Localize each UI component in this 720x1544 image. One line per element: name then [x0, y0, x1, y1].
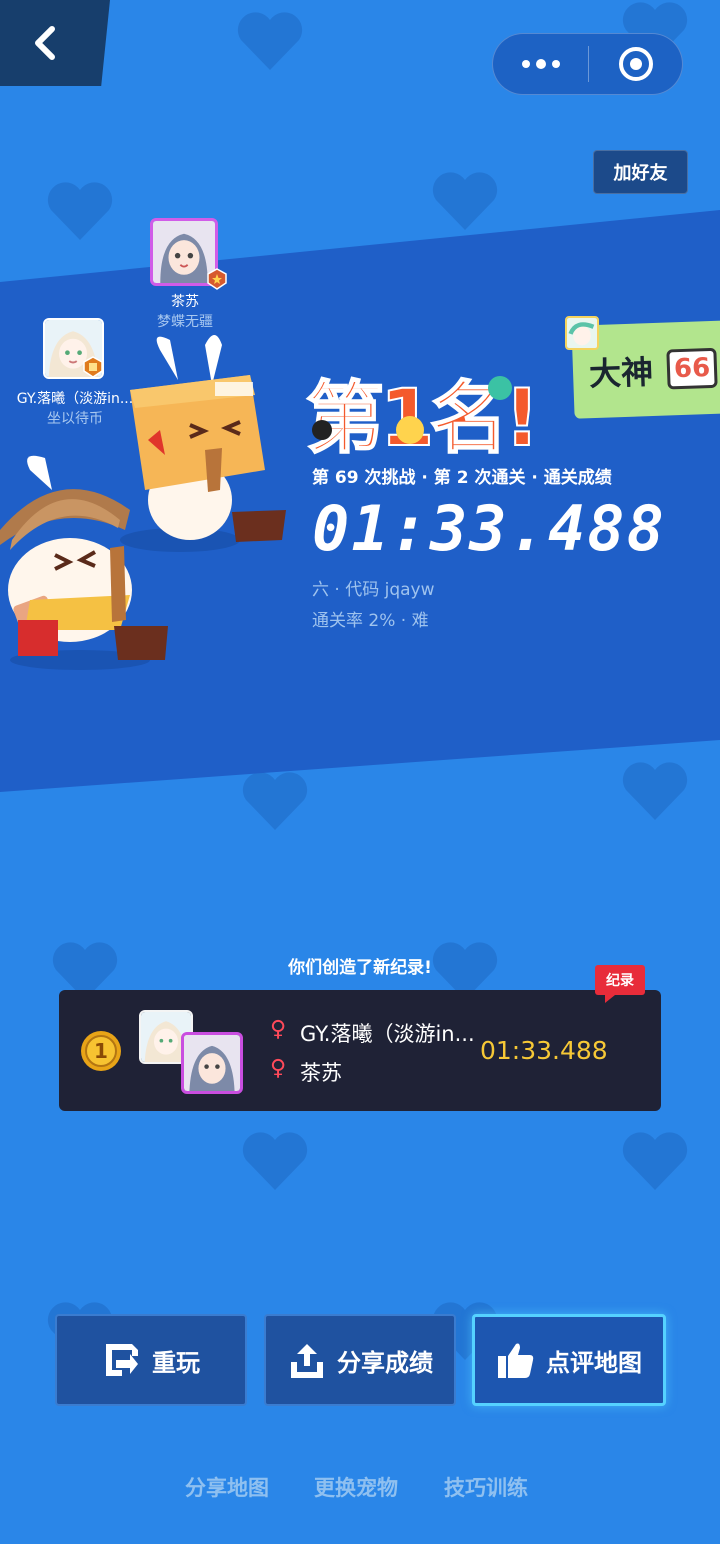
skill-training-link[interactable]: 技巧训练 — [444, 1472, 528, 1502]
female-icon: ♀ — [270, 1017, 287, 1042]
god-avatar — [565, 316, 599, 350]
heart-icon — [620, 1130, 690, 1192]
player-name: 茶苏 — [171, 294, 199, 310]
more-dots-icon-center — [535, 59, 546, 69]
record-player-name: GY.落曦（淡游in... — [300, 1022, 475, 1046]
record-player-avatar[interactable] — [181, 1032, 243, 1094]
record-player-name: 茶苏 — [300, 1061, 342, 1085]
rabbit-characters-illustration — [0, 335, 286, 670]
pass-rate: 通关率 2% · 难 — [312, 611, 429, 631]
review-map-button[interactable]: 点评地图 — [472, 1314, 666, 1406]
target-close-icon — [618, 47, 653, 81]
share-upload-icon — [291, 1344, 323, 1378]
rank-medal-icon: 1 — [81, 1031, 121, 1071]
challenge-stats: 第 69 次挑战 · 第 2 次通关 · 通关成绩 — [312, 468, 612, 488]
share-result-button[interactable]: 分享成绩 — [264, 1314, 456, 1406]
rank-badge-icon — [207, 268, 227, 290]
back-button[interactable] — [0, 0, 110, 86]
clear-time: 01:33.488 — [312, 492, 666, 565]
heart-icon — [235, 10, 305, 72]
thumbs-up-icon — [498, 1343, 534, 1378]
player-title: 梦蝶无疆 — [157, 314, 213, 330]
more-button[interactable] — [493, 59, 588, 69]
review-map-label: 点评地图 — [546, 1348, 642, 1377]
close-button[interactable] — [589, 47, 682, 81]
chevron-left-icon — [35, 26, 55, 60]
heart-icon — [240, 770, 310, 832]
female-icon: ♀ — [270, 1056, 287, 1081]
god-card-stamp: 66 — [666, 347, 718, 389]
change-pet-link[interactable]: 更换宠物 — [314, 1472, 398, 1502]
heart-icon — [430, 170, 500, 232]
record-time: 01:33.488 — [480, 1036, 608, 1065]
heart-icon — [45, 180, 115, 242]
svg-text:1: 1 — [94, 1039, 108, 1063]
share-map-link[interactable]: 分享地图 — [185, 1472, 269, 1502]
more-dots-icon — [521, 60, 530, 68]
heart-icon — [240, 1130, 310, 1192]
background-pattern — [0, 0, 720, 1544]
god-card-label: 大神 — [588, 352, 654, 393]
first-place-title: 第1名! — [305, 373, 540, 460]
add-friend-button[interactable]: 加好友 — [593, 150, 688, 194]
replay-label: 重玩 — [152, 1348, 200, 1377]
miniapp-capsule — [492, 33, 683, 95]
replay-icon — [106, 1344, 138, 1376]
share-result-label: 分享成绩 — [337, 1348, 433, 1377]
heart-icon — [620, 760, 690, 822]
more-dots-icon-end — [551, 60, 560, 68]
map-info: 六 · 代码 jqayw — [312, 580, 435, 600]
replay-button[interactable]: 重玩 — [55, 1314, 247, 1406]
record-tag: 纪录 — [595, 965, 645, 1003]
